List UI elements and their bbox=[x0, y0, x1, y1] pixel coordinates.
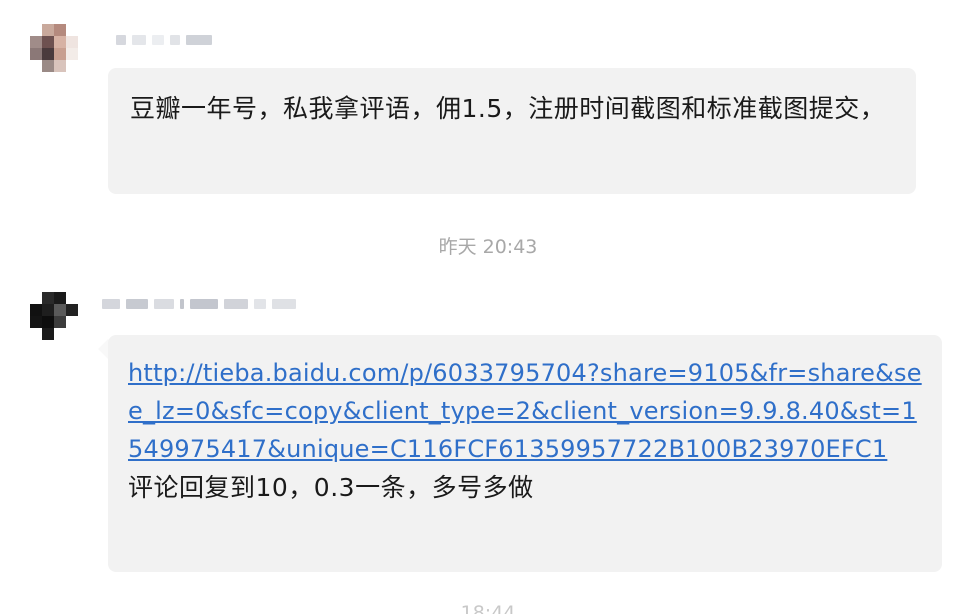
avatar[interactable] bbox=[30, 292, 78, 340]
chat-window: 豆瓣一年号，私我拿评语，佣1.5，注册时间截图和标准截图提交， 昨天 20:43… bbox=[0, 0, 976, 614]
message-text: 评论回复到10，0.3一条，多号多做 bbox=[128, 473, 534, 502]
timestamp: 昨天 20:43 bbox=[438, 236, 538, 258]
message-text: 豆瓣一年号，私我拿评语，佣1.5，注册时间截图和标准截图提交， bbox=[130, 94, 886, 123]
message-link[interactable]: http://tieba.baidu.com/p/6033795704?shar… bbox=[128, 354, 924, 468]
message-bubble[interactable]: 豆瓣一年号，私我拿评语，佣1.5，注册时间截图和标准截图提交， bbox=[108, 68, 916, 194]
avatar[interactable] bbox=[30, 24, 78, 72]
sender-name bbox=[116, 30, 212, 50]
message-bubble[interactable]: http://tieba.baidu.com/p/6033795704?shar… bbox=[108, 335, 942, 572]
sender-name bbox=[102, 294, 296, 314]
timestamp: 18:44 bbox=[460, 602, 516, 614]
